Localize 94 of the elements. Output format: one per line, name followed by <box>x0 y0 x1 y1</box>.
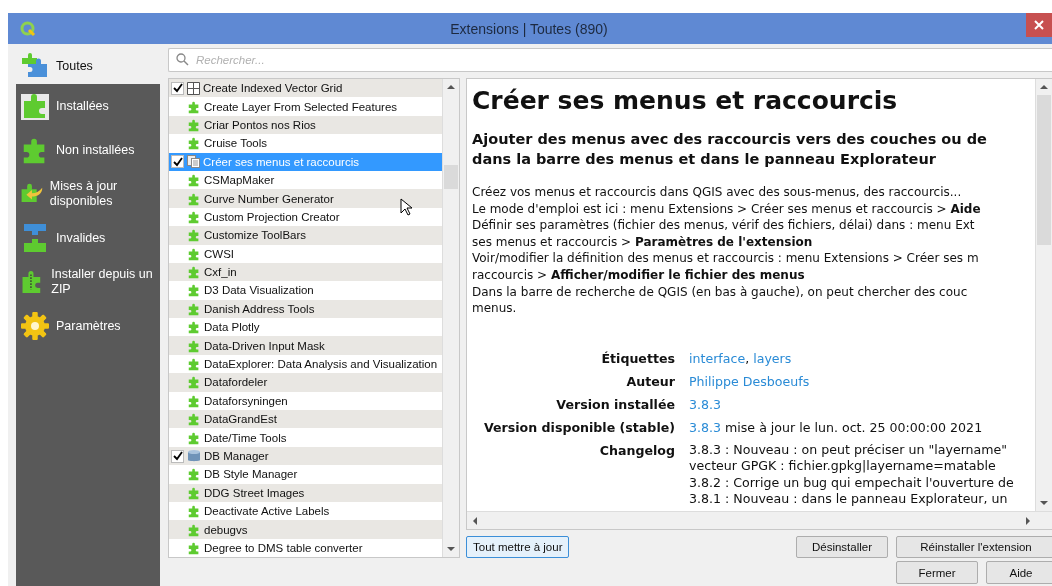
link[interactable]: 3.8.3 <box>689 395 722 413</box>
checkbox[interactable] <box>171 449 184 463</box>
puzzle-icon <box>187 228 201 243</box>
plugin-item[interactable]: Datafordeler <box>169 373 442 392</box>
plugin-item[interactable]: Customize ToolBars <box>169 226 442 245</box>
horizontal-scrollbar[interactable] <box>467 511 1052 529</box>
plugin-item[interactable]: Data-Driven Input Mask <box>169 336 442 355</box>
link[interactable]: layers <box>753 349 792 367</box>
puzzle-icon <box>20 92 50 121</box>
puzzle-icon <box>187 173 201 188</box>
link[interactable]: 3.8.3 <box>689 418 722 436</box>
gear-icon <box>20 311 50 341</box>
sidebar-item[interactable]: Paramètres <box>16 307 160 345</box>
puzzle-icon <box>187 99 201 114</box>
changelog-line: 3.8.1 : Nouveau : dans le panneau Explorateur, un <box>689 491 1009 508</box>
description-text: ses menus et raccourcis > Paramètres de l'extension <box>472 233 814 251</box>
sidebar-item[interactable]: Invalides <box>16 219 160 257</box>
description-text: raccourcis > Afficher/modifier le fichier des menus <box>472 266 806 284</box>
plugin-subtitle: Ajouter des menus avec des raccourcis vers des couches ou de <box>472 130 988 149</box>
puzzle-icon <box>187 375 201 390</box>
sidebar-item[interactable]: Installer depuis un ZIP <box>16 263 160 301</box>
description-text: Voir/modifier la définition des menus et raccourcis : menu Extensions > Créer ses m <box>472 250 980 267</box>
plugin-item[interactable]: Curve Number Generator <box>169 189 442 208</box>
plugin-subtitle: dans la barre des menus et dans le panneau Explorateur <box>472 149 937 169</box>
puzzle-icon <box>187 540 201 555</box>
field-label: Version installée <box>555 395 675 413</box>
close-icon <box>1034 20 1044 30</box>
puzzle-icon <box>187 467 201 482</box>
puzzle-icon <box>187 209 201 224</box>
field-label: Auteur <box>625 372 675 390</box>
menu-file-icon <box>187 155 200 169</box>
checkbox[interactable] <box>171 155 184 169</box>
field-value: mise à jour le lun. oct. 25 00:00:00 2021 <box>725 418 983 436</box>
plugin-item[interactable]: Create Indexed Vector Grid <box>169 79 442 98</box>
puzzle-icon <box>187 393 201 408</box>
sidebar-item[interactable]: Non installées <box>16 131 160 169</box>
puzzle-icon <box>187 117 201 132</box>
app-logo-icon <box>20 20 36 37</box>
scroll-left-icon[interactable] <box>471 516 479 525</box>
puzzle-icon <box>187 504 201 519</box>
update-all-button[interactable]: Tout mettre à jour <box>466 536 570 558</box>
puzzle-icon <box>187 265 201 280</box>
puzzle-icon <box>187 430 201 445</box>
description-text: Définir ses paramètres (fichier des menus, vérif des fichiers, délai) dans : menu Ext <box>472 217 976 234</box>
description-text: menus. <box>472 300 518 317</box>
scroll-right-icon[interactable] <box>1024 516 1032 525</box>
sidebar-item[interactable]: Installées <box>16 88 160 125</box>
puzzle-icon <box>187 412 201 427</box>
sidebar-item[interactable]: Mises à jour disponibles <box>16 175 160 213</box>
plugin-item[interactable]: debugvs <box>169 520 442 539</box>
reinstall-button[interactable]: Réinstaller l'extension <box>896 536 1052 558</box>
puzzle-pieces-icon <box>20 52 50 80</box>
database-icon <box>187 449 201 463</box>
scrollbar[interactable] <box>442 79 459 557</box>
close-dialog-button[interactable]: Fermer <box>896 561 978 584</box>
field-value: , <box>745 349 750 367</box>
sidebar-item[interactable]: Toutes <box>16 48 160 84</box>
puzzle-icon <box>187 320 201 335</box>
search-icon <box>176 53 189 66</box>
scroll-up-icon[interactable] <box>447 83 455 91</box>
link[interactable]: Philippe Desboeufs <box>689 372 810 390</box>
scrollbar-thumb[interactable] <box>444 165 458 189</box>
close-button[interactable] <box>1026 13 1052 37</box>
scroll-up-icon[interactable] <box>1040 83 1048 91</box>
puzzle-icon <box>187 338 201 353</box>
window-title: Extensions | Toutes (890) <box>449 20 609 37</box>
search-field[interactable]: Rechercher... <box>168 48 1052 72</box>
field-label: Étiquettes <box>600 349 675 367</box>
scroll-down-icon[interactable] <box>447 545 455 553</box>
puzzle-icon <box>187 136 201 151</box>
puzzle-icon <box>187 357 201 372</box>
description-text: Dans la barre de recherche de QGIS (en bas à gauche), on peut chercher des couc <box>472 283 969 301</box>
description-text: Créez vos menus et raccourcis dans QGIS avec des sous-menus, des raccourcis... <box>472 184 963 201</box>
scrollbar[interactable] <box>1035 79 1052 511</box>
field-label: Changelog <box>598 441 675 460</box>
help-button[interactable]: Aide <box>986 561 1052 584</box>
plugin-title: Créer ses menus et raccourcis <box>472 85 899 117</box>
changelog-line: 3.8.2 : Corrige un bug qui empechait l'ouverture de <box>689 474 1015 492</box>
puzzle-icon <box>187 283 201 298</box>
checkbox[interactable] <box>171 81 184 95</box>
puzzle-icon <box>187 485 201 500</box>
field-label: Version disponible (stable) <box>482 418 675 436</box>
grid-icon <box>187 81 200 95</box>
changelog-line: vecteur GPGK : fichier.gpkg|layername=matable <box>689 458 997 475</box>
scroll-down-icon[interactable] <box>1040 499 1048 507</box>
puzzle-icon <box>187 191 201 206</box>
puzzle-icon <box>187 246 201 261</box>
pointer-cursor-icon <box>400 198 412 216</box>
plugin-item[interactable]: DataGrandEst <box>169 410 442 429</box>
changelog-line: 3.8.3 : Nouveau : on peut préciser un "layername" <box>689 441 1009 459</box>
uninstall-button[interactable]: Désinstaller <box>796 536 888 558</box>
puzzle-icon <box>187 301 201 316</box>
puzzle-icon <box>187 522 201 537</box>
description-text: Le mode d'emploi est ici : menu Extensions > Créer ses menus et raccourcis > Aide <box>472 200 982 218</box>
